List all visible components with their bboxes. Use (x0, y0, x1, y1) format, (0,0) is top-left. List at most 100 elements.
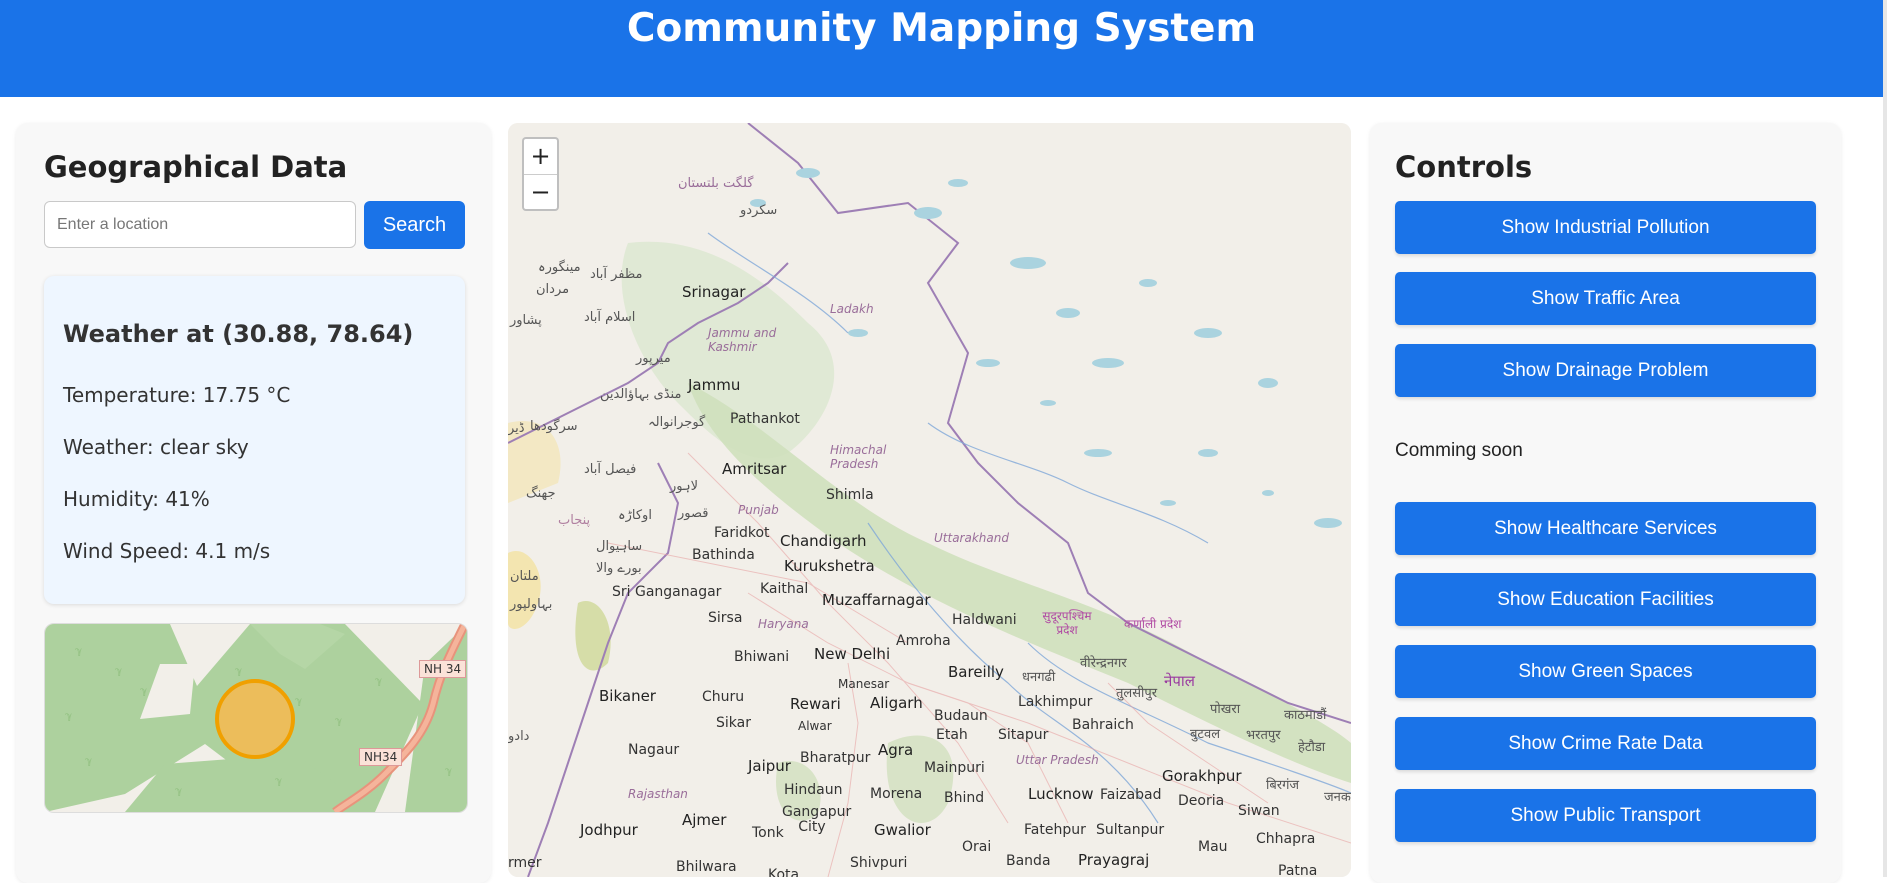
map-label: Mau (1198, 839, 1228, 855)
zoom-in-button[interactable]: + (524, 139, 557, 175)
map-label: Sultanpur (1096, 822, 1165, 838)
road-label-nh34: NH 34 (419, 660, 467, 678)
page-scrollbar[interactable] (1883, 0, 1887, 877)
map-label: Bahraich (1072, 717, 1134, 733)
road-label-nh34-alt: NH34 (359, 748, 403, 766)
map-label: rmer (508, 855, 542, 871)
map-label: گلگت بلتستان (678, 176, 754, 191)
map-label: Etah (936, 727, 968, 743)
show-education-facilities-button[interactable]: Show Education Facilities (1395, 573, 1816, 626)
map-label: Faridkot (714, 525, 770, 541)
page-title: Community Mapping System (626, 6, 1257, 51)
map-label: مظفر آباد (590, 267, 643, 282)
map-label: Amroha (896, 633, 951, 649)
map-label: Uttar Pradesh (1016, 753, 1099, 767)
map-label: بہاولپور (510, 597, 553, 612)
svg-text:ℽ: ℽ (65, 711, 72, 722)
map-label: काठमाडौं (1284, 708, 1327, 723)
map-label: Manesar (838, 677, 890, 691)
map-label: Rewari (790, 695, 841, 713)
map-label: Sikar (716, 715, 751, 731)
map-label: Gwalior (874, 821, 931, 839)
map-label: پشاور (510, 313, 542, 328)
show-public-transport-button[interactable]: Show Public Transport (1395, 789, 1816, 842)
map-label: Jammu (688, 376, 741, 394)
show-drainage-problem-button[interactable]: Show Drainage Problem (1395, 344, 1816, 397)
map-label: Pathankot (730, 411, 800, 427)
map-label: لاہور (670, 479, 699, 494)
map-label: منڈی بہاؤالدین (600, 387, 682, 402)
map-label: तुलसीपुर (1116, 686, 1158, 701)
map-label: Faizabad (1100, 787, 1162, 803)
map-label: Shivpuri (850, 855, 908, 871)
map-label: Hindaun (784, 782, 843, 798)
svg-text:ℽ: ℽ (335, 716, 342, 727)
map-label: Agra (878, 741, 914, 759)
map-label: Gorakhpur (1162, 767, 1242, 785)
map-label: Ladakh (830, 302, 874, 316)
weather-card: Weather at (30.88, 78.64) Temperature: 1… (44, 276, 465, 604)
svg-text:ℽ: ℽ (85, 756, 92, 767)
map-label: Himachal Pradesh (830, 443, 887, 471)
map-label: فیصل آباد (584, 462, 637, 477)
map-label: اسلام آباد (584, 310, 636, 325)
map-label: Morena (870, 786, 923, 802)
map-label: Bhind (944, 790, 985, 806)
map-label: Fatehpur (1024, 822, 1086, 838)
map-label: Aligarh (870, 694, 923, 712)
svg-text:ℽ: ℽ (235, 666, 242, 677)
location-marker[interactable] (215, 679, 295, 759)
zoom-out-button[interactable]: − (524, 175, 557, 210)
location-search-input[interactable] (44, 201, 356, 248)
map-label: Tonk (752, 825, 784, 841)
weather-condition: Weather: clear sky (63, 435, 249, 459)
weather-humidity: Humidity: 41% (63, 487, 210, 511)
show-industrial-pollution-button[interactable]: Show Industrial Pollution (1395, 201, 1816, 254)
map-label: New Delhi (814, 645, 891, 663)
map-label: گوجرانوالہ (648, 415, 706, 430)
weather-wind-speed: Wind Speed: 4.1 m/s (63, 539, 271, 563)
svg-text:ℽ: ℽ (115, 666, 122, 677)
map-label: Kurukshetra (784, 557, 875, 575)
map-label: Kota (768, 867, 800, 877)
map-label: Uttarakhand (934, 531, 1009, 545)
map-label: Lakhimpur (1018, 694, 1093, 710)
show-traffic-area-button[interactable]: Show Traffic Area (1395, 272, 1816, 325)
svg-text:ℽ: ℽ (140, 686, 147, 697)
map-label: Mainpuri (924, 760, 985, 776)
map-label: नेपाल (1164, 672, 1195, 690)
map-label: Bikaner (599, 687, 656, 705)
map-label: ملتان (510, 569, 539, 584)
search-button[interactable]: Search (364, 201, 465, 249)
map-label: Jaipur (748, 757, 791, 775)
map-label: Bareilly (948, 663, 1004, 681)
map-label: हेटौडा (1298, 740, 1326, 755)
map-label: جھنگ (526, 486, 556, 501)
map-label: Nagaur (628, 742, 680, 758)
map-label: पोखरा (1210, 702, 1241, 717)
map-label: Sirsa (708, 610, 743, 626)
svg-text:ℽ: ℽ (445, 766, 452, 777)
map-label: Jodhpur (580, 821, 638, 839)
map-label: धनगढी (1022, 670, 1056, 685)
map-label: सुदूरपश्चिम प्रदेश (1042, 609, 1092, 637)
map-label: پنجاب (558, 513, 591, 528)
show-green-spaces-button[interactable]: Show Green Spaces (1395, 645, 1816, 698)
svg-text:ℽ: ℽ (75, 646, 82, 657)
main-map[interactable]: + − گلگت بلتستان سکردو مینگورہ مظفر آباد… (508, 123, 1351, 877)
map-label: اوکاڑہ (618, 508, 652, 523)
map-label: Ajmer (682, 811, 727, 829)
map-label: Chhapra (1256, 831, 1316, 847)
map-label: Sitapur (998, 727, 1049, 743)
weather-title: Weather at (30.88, 78.64) (63, 320, 414, 348)
svg-text:ℽ: ℽ (175, 786, 182, 797)
map-label: Rajasthan (628, 787, 688, 801)
map-label: سرگودھا (530, 419, 578, 434)
location-mini-map[interactable]: ℽ ℽ ℽ ℽ ℽ ℽ ℽ ℽ ℽ ℽ ℽ ℽ NH 34 NH34 (44, 623, 468, 813)
show-crime-rate-data-button[interactable]: Show Crime Rate Data (1395, 717, 1816, 770)
map-label: Bathinda (692, 547, 755, 563)
svg-text:ℽ: ℽ (375, 676, 382, 687)
show-healthcare-services-button[interactable]: Show Healthcare Services (1395, 502, 1816, 555)
map-label: Haldwani (952, 612, 1017, 628)
map-label: बुटवल (1190, 727, 1221, 742)
